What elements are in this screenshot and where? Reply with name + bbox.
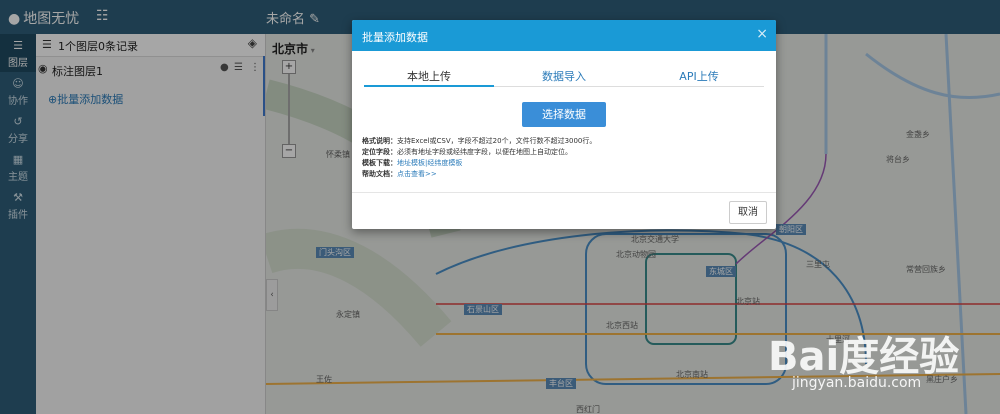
info-key: 格式说明： — [362, 137, 397, 145]
help-doc-link[interactable]: 点击查看>> — [397, 170, 437, 178]
close-icon[interactable]: × — [756, 26, 768, 42]
info-value: 必须有地址字段或经纬度字段，以便在地图上自动定位。 — [397, 148, 572, 156]
cancel-button[interactable]: 取消 — [729, 201, 767, 224]
choose-data-button[interactable]: 选择数据 — [522, 102, 606, 127]
info-key: 帮助文档： — [362, 170, 397, 178]
modal-header: 批量添加数据 × — [352, 20, 776, 51]
watermark-url: jingyan.baidu.com — [792, 375, 922, 391]
info-value: 支持Excel或CSV，字段不超过20个，文件行数不超过3000行。 — [397, 137, 597, 145]
batch-add-modal: 批量添加数据 × 本地上传 数据导入 API上传 选择数据 格式说明：支持Exc… — [352, 20, 776, 229]
info-key: 模板下载： — [362, 159, 397, 167]
tab-api-upload[interactable]: API上传 — [634, 68, 764, 84]
tab-local-upload[interactable]: 本地上传 — [364, 68, 494, 84]
watermark-brand: Bai度经验 — [768, 334, 960, 380]
modal-title: 批量添加数据 — [362, 31, 428, 44]
baidu-jingyan-watermark: Bai度经验 jingyan.baidu.com — [768, 300, 1000, 414]
info-key: 定位字段： — [362, 148, 397, 156]
active-tab-indicator — [364, 85, 494, 87]
upload-tabs: 本地上传 数据导入 API上传 — [364, 64, 764, 87]
tab-data-import[interactable]: 数据导入 — [499, 68, 629, 84]
address-template-link[interactable]: 地址模板 — [397, 159, 425, 167]
upload-instructions: 格式说明：支持Excel或CSV，字段不超过20个，文件行数不超过3000行。 … — [362, 136, 596, 180]
modal-footer: 取消 — [352, 192, 776, 230]
latlng-template-link[interactable]: 经纬度模板 — [427, 159, 462, 167]
